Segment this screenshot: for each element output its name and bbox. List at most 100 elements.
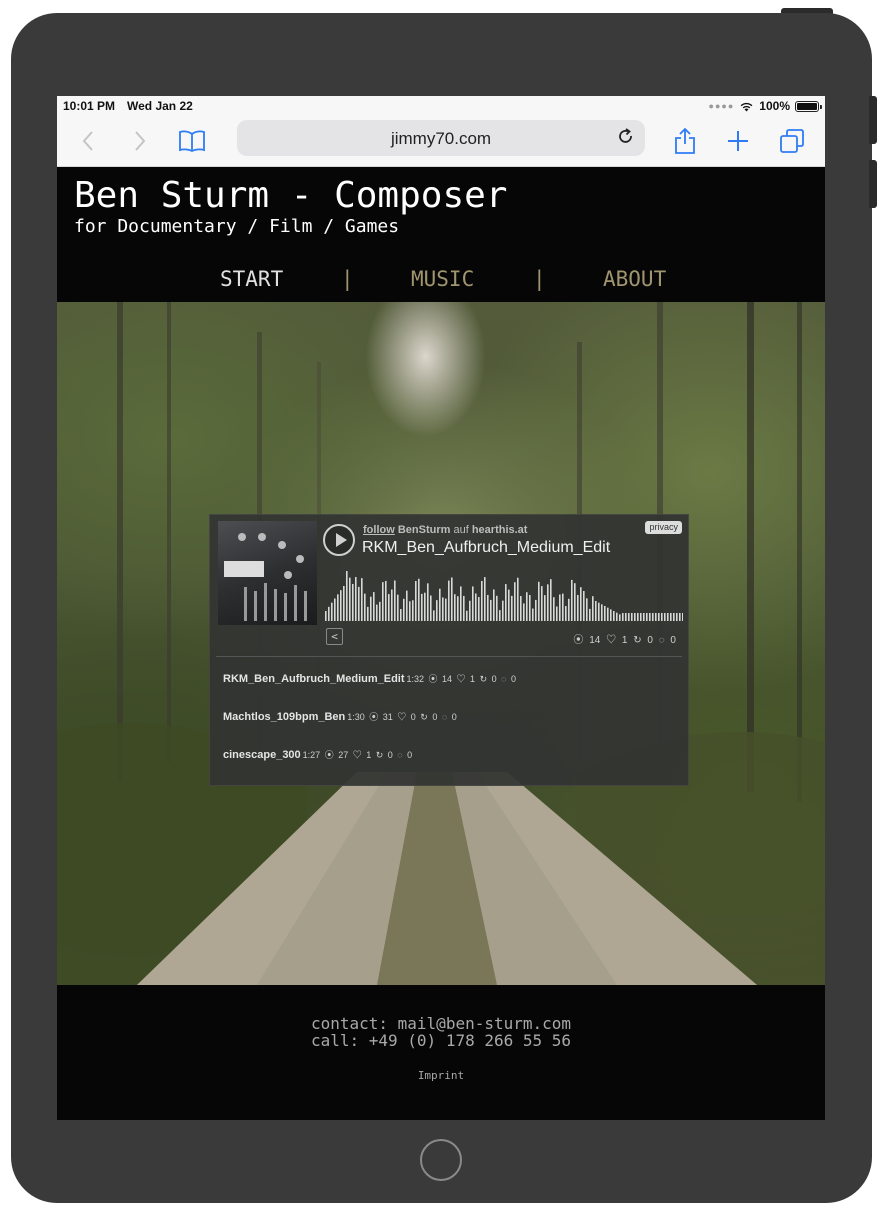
waveform-bar [439,588,441,621]
play-button[interactable] [323,524,355,556]
waveform-bar [484,577,486,621]
waveform-bar [376,604,378,621]
share-icon[interactable] [670,126,700,156]
waveform-bar [589,608,591,621]
nav-start[interactable]: START [220,267,283,291]
waveform-bar [385,580,387,621]
waveform-bar [586,598,588,621]
new-tab-icon[interactable] [723,126,753,156]
track-name: RKM_Ben_Aufbruch_Medium_Edit 1:32 ⦿ 14 ♡ … [223,672,516,685]
waveform-bar [526,592,528,621]
album-cover [218,521,317,625]
reload-icon[interactable] [617,128,635,146]
site-subtitle: for Documentary / Film / Games [74,216,400,237]
follow-link[interactable]: follow [363,524,395,536]
browser-toolbar: jimmy70.com [57,116,825,167]
waveform-bar [343,586,345,621]
platform-name[interactable]: hearthis.at [472,524,528,536]
waveform-bar [535,599,537,621]
follow-line: follow BenSturm auf hearthis.at [363,524,527,536]
waveform-bar [577,594,579,621]
waveform-bar [349,577,351,621]
tabs-icon[interactable] [777,126,807,156]
nav-music[interactable]: MUSIC [411,267,474,291]
web-page: Ben Sturm - Composer for Documentary / F… [57,167,825,1120]
waveform-bar [568,598,570,621]
battery-icon [795,100,822,112]
forward-icon[interactable] [125,126,155,156]
waveform-bar [493,589,495,621]
waveform-bar [517,577,519,621]
waveform-bar [457,596,459,621]
track-row[interactable]: Machtlos_109bpm_Ben 1:30 ⦿ 31 ♡ 0 ↻ 0 ◌ 0 [210,695,688,733]
status-right: ●●●● 100% [708,99,822,113]
synth-panel [224,561,264,577]
back-icon[interactable] [73,126,103,156]
synth-fader [284,593,287,621]
waveform-bar [541,586,543,621]
contact-email[interactable]: contact: mail@ben-sturm.com [57,1015,825,1032]
waveform-bar [511,595,513,621]
waveform-bar [550,579,552,621]
nav-separator: | [533,267,546,291]
waveform-bar [415,581,417,621]
waveform-bar [412,600,414,621]
imprint-link[interactable]: Imprint [57,1069,825,1082]
waveform-bar [469,600,471,621]
signal-dots-icon: ●●●● [708,101,735,111]
track-meta: 1:30 ⦿ 31 ♡ 0 ↻ 0 ◌ 0 [347,712,457,722]
waveform-bar [409,601,411,621]
waveform-bar [643,613,645,621]
waveform-bar [538,581,540,621]
waveform-bar [466,610,468,621]
url-text: jimmy70.com [390,129,492,148]
status-bar: 10:01 PM Wed Jan 22 ●●●● 100% [57,96,825,116]
track-row[interactable]: RKM_Ben_Aufbruch_Medium_Edit 1:32 ⦿ 14 ♡ … [210,657,688,695]
waveform-bar [547,584,549,621]
waveform-bar [682,613,683,621]
home-button[interactable] [420,1139,462,1181]
waveform-bar [553,597,555,621]
waveform-bar [331,602,333,621]
nav-about[interactable]: ABOUT [603,267,666,291]
waveform-bar [382,582,384,621]
waveform-bar [556,606,558,621]
waveform-bar [679,613,681,621]
address-bar[interactable]: jimmy70.com [237,120,645,156]
waveform-bar [355,577,357,621]
waveform-bar [403,598,405,621]
waveform-bar [346,571,348,621]
waveform-bar [598,602,600,621]
bookmarks-icon[interactable] [177,126,207,156]
waveform-bar [676,613,678,621]
waveform-bar [361,578,363,621]
track-row[interactable]: cinescape_300 1:27 ⦿ 27 ♡ 1 ↻ 0 ◌ 0 [210,733,688,771]
nav-separator: | [341,267,354,291]
privacy-badge[interactable]: privacy [645,521,682,534]
waveform-bar [544,595,546,621]
waveform-bar [646,613,648,621]
waveform-bar [364,593,366,621]
artist-name[interactable]: BenSturm [398,524,451,536]
waveform-bar [571,579,573,621]
track-name-text: cinescape_300 [223,749,301,761]
waveform-bar [580,587,582,621]
waveform-bar [373,592,375,621]
waveform-bar [625,613,627,621]
site-title: Ben Sturm - Composer [74,175,508,216]
waveform-bar [337,594,339,621]
synth-fader [274,589,277,621]
waveform-bar [499,610,501,621]
waveform[interactable] [325,567,683,623]
share-button[interactable]: < [326,628,343,645]
track-name: cinescape_300 1:27 ⦿ 27 ♡ 1 ↻ 0 ◌ 0 [223,748,412,761]
waveform-bar [472,586,474,621]
waveform-bar [490,599,492,621]
waveform-bar [595,601,597,621]
synth-fader [294,585,297,621]
waveform-bar [514,582,516,621]
waveform-bar [334,598,336,621]
waveform-bar [481,580,483,621]
contact-phone[interactable]: call: +49 (0) 178 266 55 56 [57,1032,825,1049]
track-meta: 1:32 ⦿ 14 ♡ 1 ↻ 0 ◌ 0 [406,674,516,684]
